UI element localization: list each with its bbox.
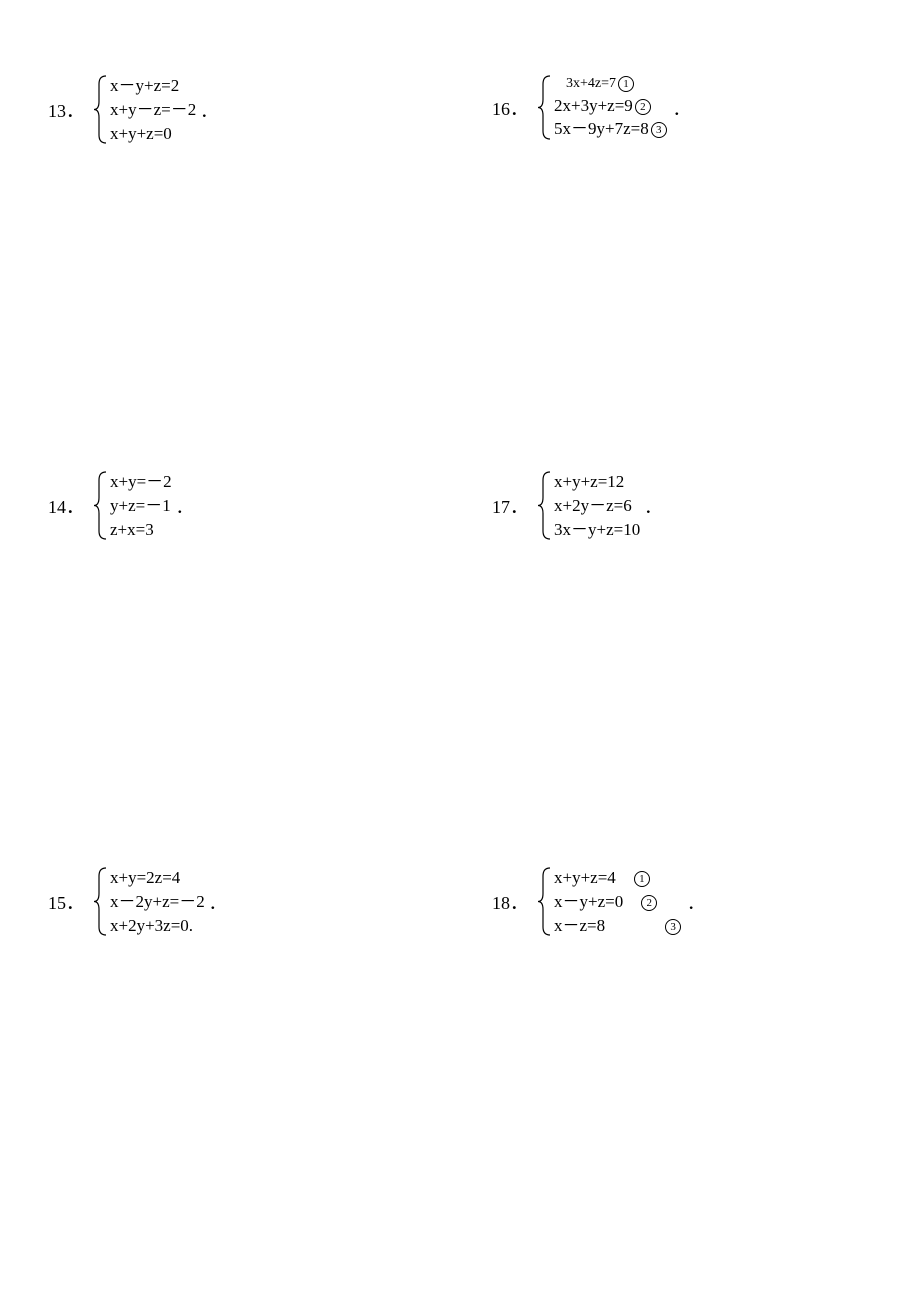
equation-text: x－z=8 (554, 916, 605, 935)
equation-system: 3x+4z=712x+3y+z=925x－9y+7z=83 (538, 74, 669, 141)
equation-line: x+2y+3z=0. (110, 914, 205, 938)
circled-number-icon: 3 (651, 122, 667, 138)
circled-number-icon: 2 (641, 895, 657, 911)
problem-number: 14． (48, 493, 84, 519)
problem-14: 14． x+y=－2 y+z=－1 z+x=3 ． (48, 470, 193, 541)
equation-line: x+y+z=4 1 (554, 866, 683, 890)
trailing-period: ． (209, 889, 226, 914)
equation-system: x+y=－2 y+z=－1 z+x=3 (94, 470, 172, 541)
equation-line: x+y+z=0 (110, 122, 196, 146)
equation-system: x+y=2z=4 x－2y+z=－2 x+2y+3z=0. (94, 866, 205, 937)
equations: x+y+z=4 1 x－y+z=0 2 x－z=8 3 (552, 866, 683, 937)
equation-text: x+y+z=12 (554, 472, 624, 491)
circled-number-icon: 1 (634, 871, 650, 887)
trailing-period: ． (176, 493, 193, 518)
equation-text: x+y+z=4 (554, 868, 616, 887)
equation-text: z+x=3 (110, 520, 154, 539)
equation-text: x－y+z=0 (554, 892, 623, 911)
trailing-period: ． (687, 889, 704, 914)
equation-line: x－z=8 3 (554, 914, 683, 938)
equation-line: x+y=－2 (110, 470, 172, 494)
equation-line: 3x+4z=71 (554, 74, 669, 94)
trailing-period: ． (673, 95, 690, 120)
equation-text: x+2y－z=6 (554, 496, 632, 515)
equation-text: x+y+z=0 (110, 124, 172, 143)
equation-text: x+2y+3z=0. (110, 916, 193, 935)
equation-line: x－y+z=0 2 (554, 890, 683, 914)
equation-system: x－y+z=2 x+y－z=－2 x+y+z=0 (94, 74, 196, 145)
problem-18: 18． x+y+z=4 1 x－y+z=0 2 x－z=8 3 ． (492, 866, 704, 937)
problem-13: 13． x－y+z=2 x+y－z=－2 x+y+z=0 ． (48, 74, 217, 145)
equation-text: y+z=－1 (110, 496, 171, 515)
brace-icon (94, 866, 108, 937)
circled-number-icon: 2 (635, 99, 651, 115)
equations: x+y+z=12 x+2y－z=6 3x－y+z=10 (552, 470, 640, 541)
equation-text: x+y=－2 (110, 472, 172, 491)
equation-line: 2x+3y+z=92 (554, 94, 669, 118)
problem-number: 15． (48, 889, 84, 915)
problem-number: 13． (48, 97, 84, 123)
equation-line: x+y=2z=4 (110, 866, 205, 890)
equation-line: x+y+z=12 (554, 470, 640, 494)
problem-number: 17． (492, 493, 528, 519)
equation-line: x－2y+z=－2 (110, 890, 205, 914)
equations: 3x+4z=712x+3y+z=925x－9y+7z=83 (552, 74, 669, 141)
circled-number-icon: 1 (618, 76, 634, 92)
equations: x+y=－2 y+z=－1 z+x=3 (108, 470, 172, 541)
problem-number: 18． (492, 889, 528, 915)
equation-system: x+y+z=4 1 x－y+z=0 2 x－z=8 3 (538, 866, 683, 937)
equation-text: x+y－z=－2 (110, 100, 196, 119)
brace-icon (538, 74, 552, 141)
equation-text: 3x+4z=7 (566, 76, 616, 91)
equation-text: x+y=2z=4 (110, 868, 180, 887)
equation-line: y+z=－1 (110, 494, 172, 518)
circled-number-icon: 3 (665, 919, 681, 935)
problem-15: 15． x+y=2z=4 x－2y+z=－2 x+2y+3z=0. ． (48, 866, 226, 937)
equation-text: x－2y+z=－2 (110, 892, 205, 911)
equation-text: 5x－9y+7z=8 (554, 119, 649, 138)
problem-number: 16． (492, 95, 528, 121)
trailing-period: ． (200, 97, 217, 122)
equation-line: x+y－z=－2 (110, 98, 196, 122)
equation-text: 3x－y+z=10 (554, 520, 640, 539)
brace-icon (538, 866, 552, 937)
equation-line: x+2y－z=6 (554, 494, 640, 518)
trailing-period: ． (644, 493, 661, 518)
equation-text: 2x+3y+z=9 (554, 96, 633, 115)
equations: x+y=2z=4 x－2y+z=－2 x+2y+3z=0. (108, 866, 205, 937)
equation-line: 5x－9y+7z=83 (554, 117, 669, 141)
brace-icon (538, 470, 552, 541)
equation-line: 3x－y+z=10 (554, 518, 640, 542)
equation-line: x－y+z=2 (110, 74, 196, 98)
brace-icon (94, 470, 108, 541)
problem-16: 16． 3x+4z=712x+3y+z=925x－9y+7z=83 ． (492, 74, 690, 141)
equations: x－y+z=2 x+y－z=－2 x+y+z=0 (108, 74, 196, 145)
equation-text: x－y+z=2 (110, 76, 179, 95)
brace-icon (94, 74, 108, 145)
problem-17: 17． x+y+z=12 x+2y－z=6 3x－y+z=10 ． (492, 470, 661, 541)
equation-line: z+x=3 (110, 518, 172, 542)
equation-system: x+y+z=12 x+2y－z=6 3x－y+z=10 (538, 470, 640, 541)
